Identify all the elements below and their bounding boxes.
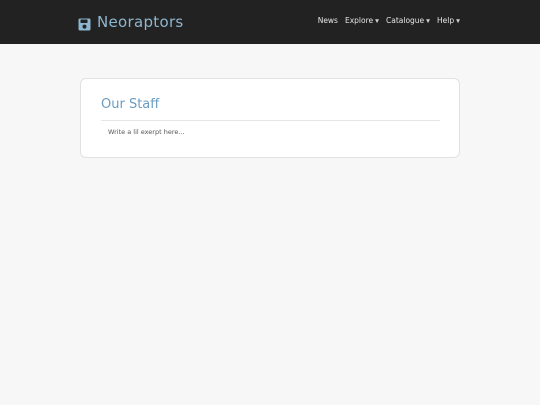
nav-item-news[interactable]: News (318, 15, 338, 27)
chevron-down-icon: ▼ (426, 18, 431, 25)
nav-item-label: News (317, 16, 338, 25)
top-navbar: Neoraptors News Explore ▼ Catalogue ▼ He… (0, 0, 540, 44)
staff-card: Our Staff Write a lil exerpt here... (80, 78, 460, 158)
page-title: Our Staff (101, 97, 160, 112)
chevron-down-icon: ▼ (456, 18, 460, 25)
nav-item-label: Help (437, 16, 455, 25)
main-nav: News Explore ▼ Catalogue ▼ Help ▼ (318, 15, 460, 27)
nav-item-label: Explore (344, 16, 374, 25)
brand-link[interactable]: Neoraptors (78, 12, 184, 32)
nav-item-label: Catalogue (386, 16, 425, 25)
title-divider (101, 120, 440, 121)
chevron-down-icon: ▼ (375, 18, 379, 25)
nav-item-explore[interactable]: Explore ▼ (345, 15, 379, 27)
floppy-disk-icon (78, 16, 91, 30)
nav-item-catalogue[interactable]: Catalogue ▼ (386, 15, 430, 27)
page-excerpt: Write a lil exerpt here... (108, 128, 185, 136)
nav-item-help[interactable]: Help ▼ (437, 15, 460, 27)
brand-name: Neoraptors (97, 13, 184, 31)
